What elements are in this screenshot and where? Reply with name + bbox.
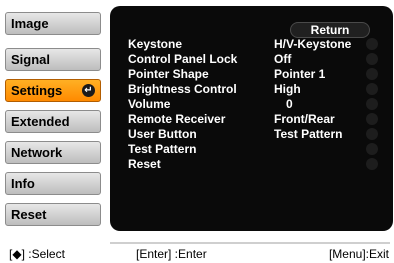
setting-label: Brightness Control — [128, 82, 237, 96]
setting-label: Test Pattern — [128, 142, 197, 156]
setting-label: Control Panel Lock — [128, 52, 238, 66]
setting-row-remote-receiver[interactable]: Remote Receiver Front/Rear — [128, 112, 378, 127]
menu-item-reset[interactable]: Reset — [5, 203, 101, 226]
row-indicator — [366, 53, 378, 65]
setting-value: 0 — [286, 97, 293, 111]
divider — [110, 242, 390, 244]
menu-item-label: Signal — [11, 52, 51, 67]
setting-row-pointer-shape[interactable]: Pointer Shape Pointer 1 — [128, 67, 378, 82]
row-indicator — [366, 83, 378, 95]
menu-item-label: Reset — [11, 207, 47, 222]
menu-item-info[interactable]: Info — [5, 172, 101, 195]
row-indicator — [366, 68, 378, 80]
setting-row-control-panel-lock[interactable]: Control Panel Lock Off — [128, 52, 378, 67]
row-indicator — [366, 98, 378, 110]
menu-item-settings[interactable]: Settings ↵ — [5, 79, 101, 102]
row-indicator — [366, 128, 378, 140]
setting-row-user-button[interactable]: User Button Test Pattern — [128, 127, 378, 142]
setting-row-reset[interactable]: Reset — [128, 157, 378, 172]
setting-label: Volume — [128, 97, 171, 111]
select-hint: [◆] :Select — [9, 247, 65, 261]
row-indicator — [366, 113, 378, 125]
setting-label: Remote Receiver — [128, 112, 226, 126]
return-button[interactable]: Return — [290, 22, 370, 38]
row-indicator — [366, 143, 378, 155]
row-indicator — [366, 158, 378, 170]
setting-label: Keystone — [128, 37, 183, 51]
row-indicator — [366, 38, 378, 50]
menu-item-image[interactable]: Image — [5, 12, 101, 35]
setting-row-volume[interactable]: Volume 0 — [128, 97, 378, 112]
menu-item-label: Settings — [11, 83, 63, 98]
setting-value: High — [274, 82, 301, 96]
enter-icon: ↵ — [82, 84, 95, 97]
setting-value: Pointer 1 — [274, 67, 326, 81]
setting-value: Off — [274, 52, 292, 66]
menu-item-label: Extended — [11, 114, 70, 129]
menu-item-extended[interactable]: Extended — [5, 110, 101, 133]
projector-menu-screen: Image Signal Settings ↵ Extended Network… — [0, 0, 394, 263]
setting-value: Front/Rear — [274, 112, 335, 126]
menu-item-label: Image — [11, 16, 49, 31]
setting-value: H/V-Keystone — [274, 37, 352, 51]
menu-item-signal[interactable]: Signal — [5, 48, 101, 71]
setting-row-test-pattern[interactable]: Test Pattern — [128, 142, 378, 157]
setting-label: Reset — [128, 157, 161, 171]
enter-hint: [Enter] :Enter — [136, 247, 207, 261]
setting-row-keystone[interactable]: Keystone H/V-Keystone — [128, 37, 378, 52]
menu-item-label: Info — [11, 176, 35, 191]
footer-hints: [◆] :Select [Enter] :Enter [Menu]:Exit — [9, 247, 389, 263]
menu-item-label: Network — [11, 145, 63, 160]
menu-item-network[interactable]: Network — [5, 141, 101, 164]
exit-hint: [Menu]:Exit — [328, 247, 389, 261]
setting-label: Pointer Shape — [128, 67, 209, 81]
setting-row-brightness-control[interactable]: Brightness Control High — [128, 82, 378, 97]
setting-value: Test Pattern — [274, 127, 343, 141]
setting-label: User Button — [128, 127, 197, 141]
